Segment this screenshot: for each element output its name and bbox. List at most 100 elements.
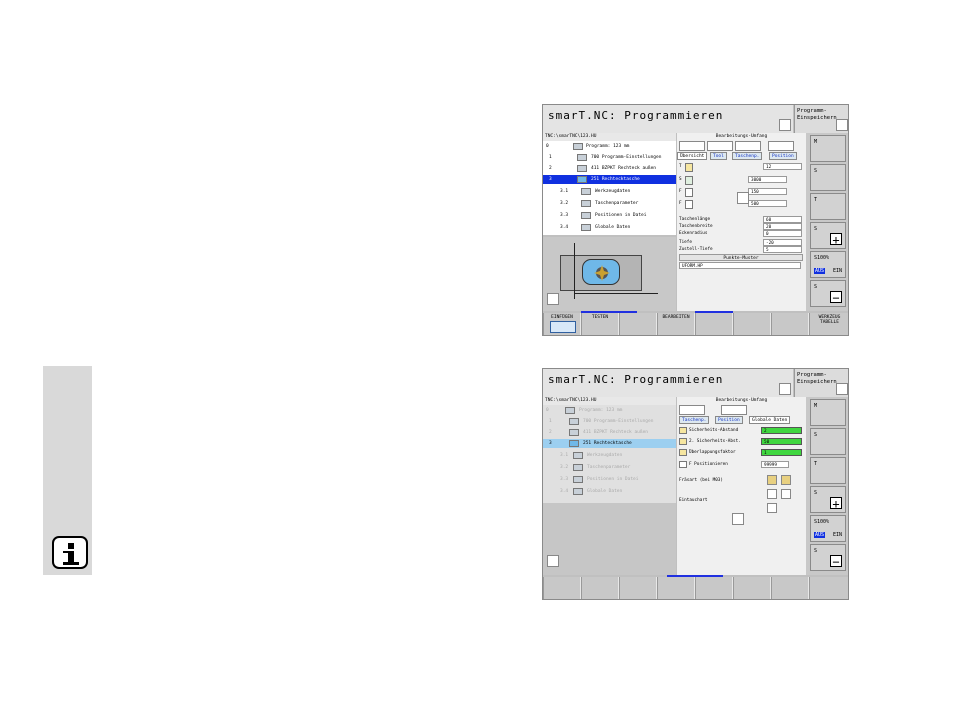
tab-uebersicht[interactable]: Übersicht: [677, 152, 708, 160]
tab-position[interactable]: Position: [769, 152, 797, 160]
field-spindle[interactable]: S 3000: [677, 176, 806, 186]
softkey-empty[interactable]: [771, 577, 809, 599]
side-button-m[interactable]: M: [810, 399, 846, 426]
form-header: Bearbeitungs-Umfang: [715, 398, 768, 403]
softkey-einfuegen[interactable]: EINFÜGEN: [543, 313, 581, 335]
tree-row[interactable]: 3.1 Werkzeugdaten: [543, 451, 676, 460]
softkey-empty[interactable]: [695, 577, 733, 599]
field-eckenradius[interactable]: Eckenradius 0: [677, 230, 806, 237]
softkey-empty[interactable]: [543, 577, 581, 599]
section-punkte-muster: Punkte-Muster: [679, 254, 803, 261]
info-icon: [52, 536, 88, 569]
tree-row[interactable]: 0 Programm: 123 mm: [543, 406, 676, 415]
callout-marker: [836, 383, 848, 395]
softkey-bearbeiten[interactable]: BEARBEITEN: [657, 313, 695, 335]
softkey-empty[interactable]: [733, 313, 771, 335]
tree-row[interactable]: 2 411 BZPKT Rechteck außen: [543, 164, 676, 173]
softkey-empty[interactable]: [771, 313, 809, 335]
preview-box: [679, 141, 705, 151]
tree-row[interactable]: 3.4 Globale Daten: [543, 223, 676, 232]
tab-globale-daten[interactable]: Globale Daten: [749, 416, 791, 424]
callout-marker: [779, 383, 791, 395]
callout-marker: [737, 192, 749, 204]
side-softkeys: M S T S + S100% AUS EIN S −: [806, 397, 848, 575]
callout-marker: [547, 293, 559, 305]
tree-row[interactable]: 1 700 Programm-Einstellungen: [543, 417, 676, 426]
preview-box: [768, 141, 794, 151]
parameter-form: Bearbeitungs-Umfang Übersicht Tool Tasch…: [677, 133, 806, 311]
side-button-s[interactable]: S: [810, 428, 846, 455]
file-path: TNC:\smarTNC\123.HU: [543, 397, 676, 405]
tree-row[interactable]: 3.4 Globale Daten: [543, 487, 676, 496]
window-title: smarT.NC: Programmieren: [543, 369, 793, 397]
softkey-empty[interactable]: [733, 577, 771, 599]
softkey-testen[interactable]: TESTEN: [581, 313, 619, 335]
tree-row[interactable]: 3.3 Positionen in Datei: [543, 475, 676, 484]
spindle-override[interactable]: S100% AUS EIN: [810, 251, 846, 278]
tree-row[interactable]: 2 411 BZPKT Rechteck außen: [543, 428, 676, 437]
info-option-icon[interactable]: [767, 503, 777, 513]
callout-marker: [836, 119, 848, 131]
fraesart-option-icon[interactable]: [767, 475, 777, 485]
softkey-empty[interactable]: [619, 577, 657, 599]
field-taschenbreite[interactable]: Taschenbreite 20: [677, 223, 806, 230]
tree-row[interactable]: 3.3 Positionen in Datei: [543, 211, 676, 220]
field-2-sicherheits-abst[interactable]: 2. Sicherheits-Abst. 50: [677, 438, 806, 447]
callout-marker: [779, 119, 791, 131]
window-title: smarT.NC: Programmieren: [543, 105, 793, 133]
softkey-empty[interactable]: [809, 577, 848, 599]
cutter-icon: [594, 265, 610, 281]
softkey-werkzeug-tabelle[interactable]: WERKZEUG TABELLE: [809, 313, 848, 335]
file-path: TNC:\smarTNC\123.HU: [543, 133, 676, 141]
field-zustell-tiefe[interactable]: Zustell-Tiefe 5: [677, 246, 806, 253]
pocket-preview-graphic: [543, 237, 676, 311]
side-button-t[interactable]: T: [810, 457, 846, 484]
callout-marker: [732, 513, 744, 525]
preview-box: [707, 141, 733, 151]
tree-row[interactable]: 0 Programm: 123 mm: [543, 142, 676, 151]
smartnc-screen-global-data: smarT.NC: Programmieren Programm-Einspei…: [542, 368, 849, 600]
field-taschenlaenge[interactable]: Taschenlänge 60: [677, 216, 806, 223]
softkey-empty[interactable]: [657, 577, 695, 599]
side-softkeys: M S T S + S100% AUS EIN S −: [806, 133, 848, 311]
tree-row-selected[interactable]: 3 251 Rechtecktasche: [543, 175, 676, 184]
program-tree: 0 Programm: 123 mm 1 700 Programm-Einstell…: [543, 141, 676, 235]
field-pattern-file[interactable]: UFORM.HP: [677, 262, 806, 269]
spindle-minus-button[interactable]: S −: [810, 280, 846, 307]
fraesart-option-icon[interactable]: [781, 475, 791, 485]
tree-row[interactable]: 3.2 Taschenparameter: [543, 199, 676, 208]
callout-marker: [547, 555, 559, 567]
form-header: Bearbeitungs-Umfang: [715, 134, 768, 139]
softkey-empty[interactable]: [695, 313, 733, 335]
side-button-s[interactable]: S: [810, 164, 846, 191]
tab-position[interactable]: Position: [715, 416, 743, 424]
program-tree: 0 Programm: 123 mm 1 700 Programm-Einstell…: [543, 405, 676, 503]
tree-row[interactable]: 3.2 Taschenparameter: [543, 463, 676, 472]
tree-row[interactable]: 1 700 Programm-Einstellungen: [543, 153, 676, 162]
preview-box: [679, 405, 705, 415]
preview-box: [735, 141, 761, 151]
field-tool[interactable]: T 12: [677, 163, 806, 173]
tree-row-selected[interactable]: 3 251 Rechtecktasche: [543, 439, 676, 448]
spindle-minus-button[interactable]: S −: [810, 544, 846, 571]
tab-taschenp[interactable]: Taschenp.: [679, 416, 710, 424]
eintauchart-label: Eintauchart: [679, 498, 708, 503]
field-f-positionieren[interactable]: F Positionieren 99999: [677, 461, 806, 470]
spindle-plus-button[interactable]: S +: [810, 222, 846, 249]
tab-tool[interactable]: Tool: [710, 152, 727, 160]
side-button-t[interactable]: T: [810, 193, 846, 220]
parameter-form: Bearbeitungs-Umfang Taschenp. Position G…: [677, 397, 806, 575]
field-tiefe[interactable]: Tiefe -20: [677, 239, 806, 246]
field-sicherheits-abstand[interactable]: Sicherheits-Abstand 2: [677, 427, 806, 436]
side-button-m[interactable]: M: [810, 135, 846, 162]
preview-box: [721, 405, 747, 415]
softkey-empty[interactable]: [619, 313, 657, 335]
tree-row[interactable]: 3.1 Werkzeugdaten: [543, 187, 676, 196]
softkey-empty[interactable]: [581, 577, 619, 599]
graphic-area: [543, 503, 676, 575]
tab-taschenp[interactable]: Taschenp.: [732, 152, 763, 160]
spindle-override[interactable]: S100% AUS EIN: [810, 515, 846, 542]
smartnc-screen-overview: smarT.NC: Programmieren Programm-Einspei…: [542, 104, 849, 336]
field-ueberlappungsfaktor[interactable]: Überlappungsfaktor 1: [677, 449, 806, 458]
spindle-plus-button[interactable]: S +: [810, 486, 846, 513]
